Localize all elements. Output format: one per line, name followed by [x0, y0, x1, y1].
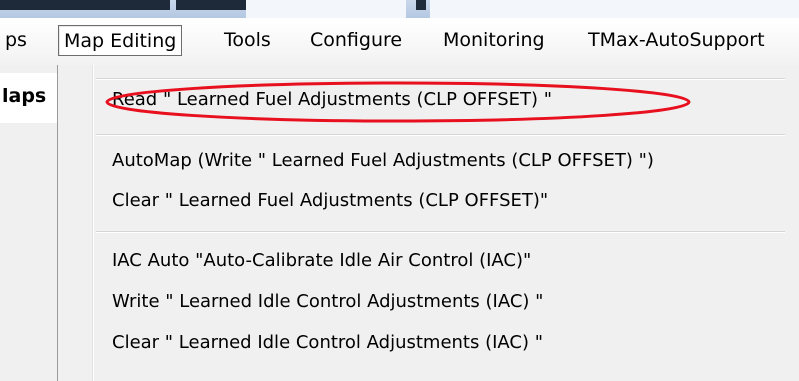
maps-tab-label: laps [2, 85, 47, 107]
menu-item-write-learned-idle[interactable]: Write " Learned Idle Control Adjustments… [112, 290, 543, 314]
window-title-strip [0, 0, 799, 18]
menu-item-automap-write-learned-fuel[interactable]: AutoMap (Write " Learned Fuel Adjustment… [112, 149, 654, 173]
menu-item-clear-learned-idle[interactable]: Clear " Learned Idle Control Adjustments… [112, 331, 543, 355]
menu-monitoring[interactable]: Monitoring [438, 25, 550, 56]
menu-map-editing[interactable]: Map Editing [58, 25, 183, 56]
menu-tmax-autosupport[interactable]: TMax-AutoSupport [583, 25, 770, 56]
menu-separator [96, 134, 785, 136]
menu-tools[interactable]: Tools [219, 25, 276, 56]
menu-item-read-learned-fuel[interactable]: Read " Learned Fuel Adjustments (CLP OFF… [112, 88, 552, 112]
menu-item-clear-learned-fuel[interactable]: Clear " Learned Fuel Adjustments (CLP OF… [112, 189, 548, 213]
menu-maps-partial[interactable]: ps [0, 25, 32, 56]
menu-separator [96, 231, 785, 233]
menu-item-iac-auto-calibrate[interactable]: IAC Auto "Auto-Calibrate Idle Air Contro… [112, 249, 531, 273]
menu-configure[interactable]: Configure [305, 25, 407, 56]
menu-separator [96, 78, 785, 80]
maps-tab[interactable]: laps [0, 73, 58, 123]
left-pane: laps [0, 65, 58, 381]
map-editing-dropdown: Read " Learned Fuel Adjustments (CLP OFF… [57, 65, 799, 381]
menu-bar: ps Map Editing Tools Configure Monitorin… [0, 18, 799, 66]
